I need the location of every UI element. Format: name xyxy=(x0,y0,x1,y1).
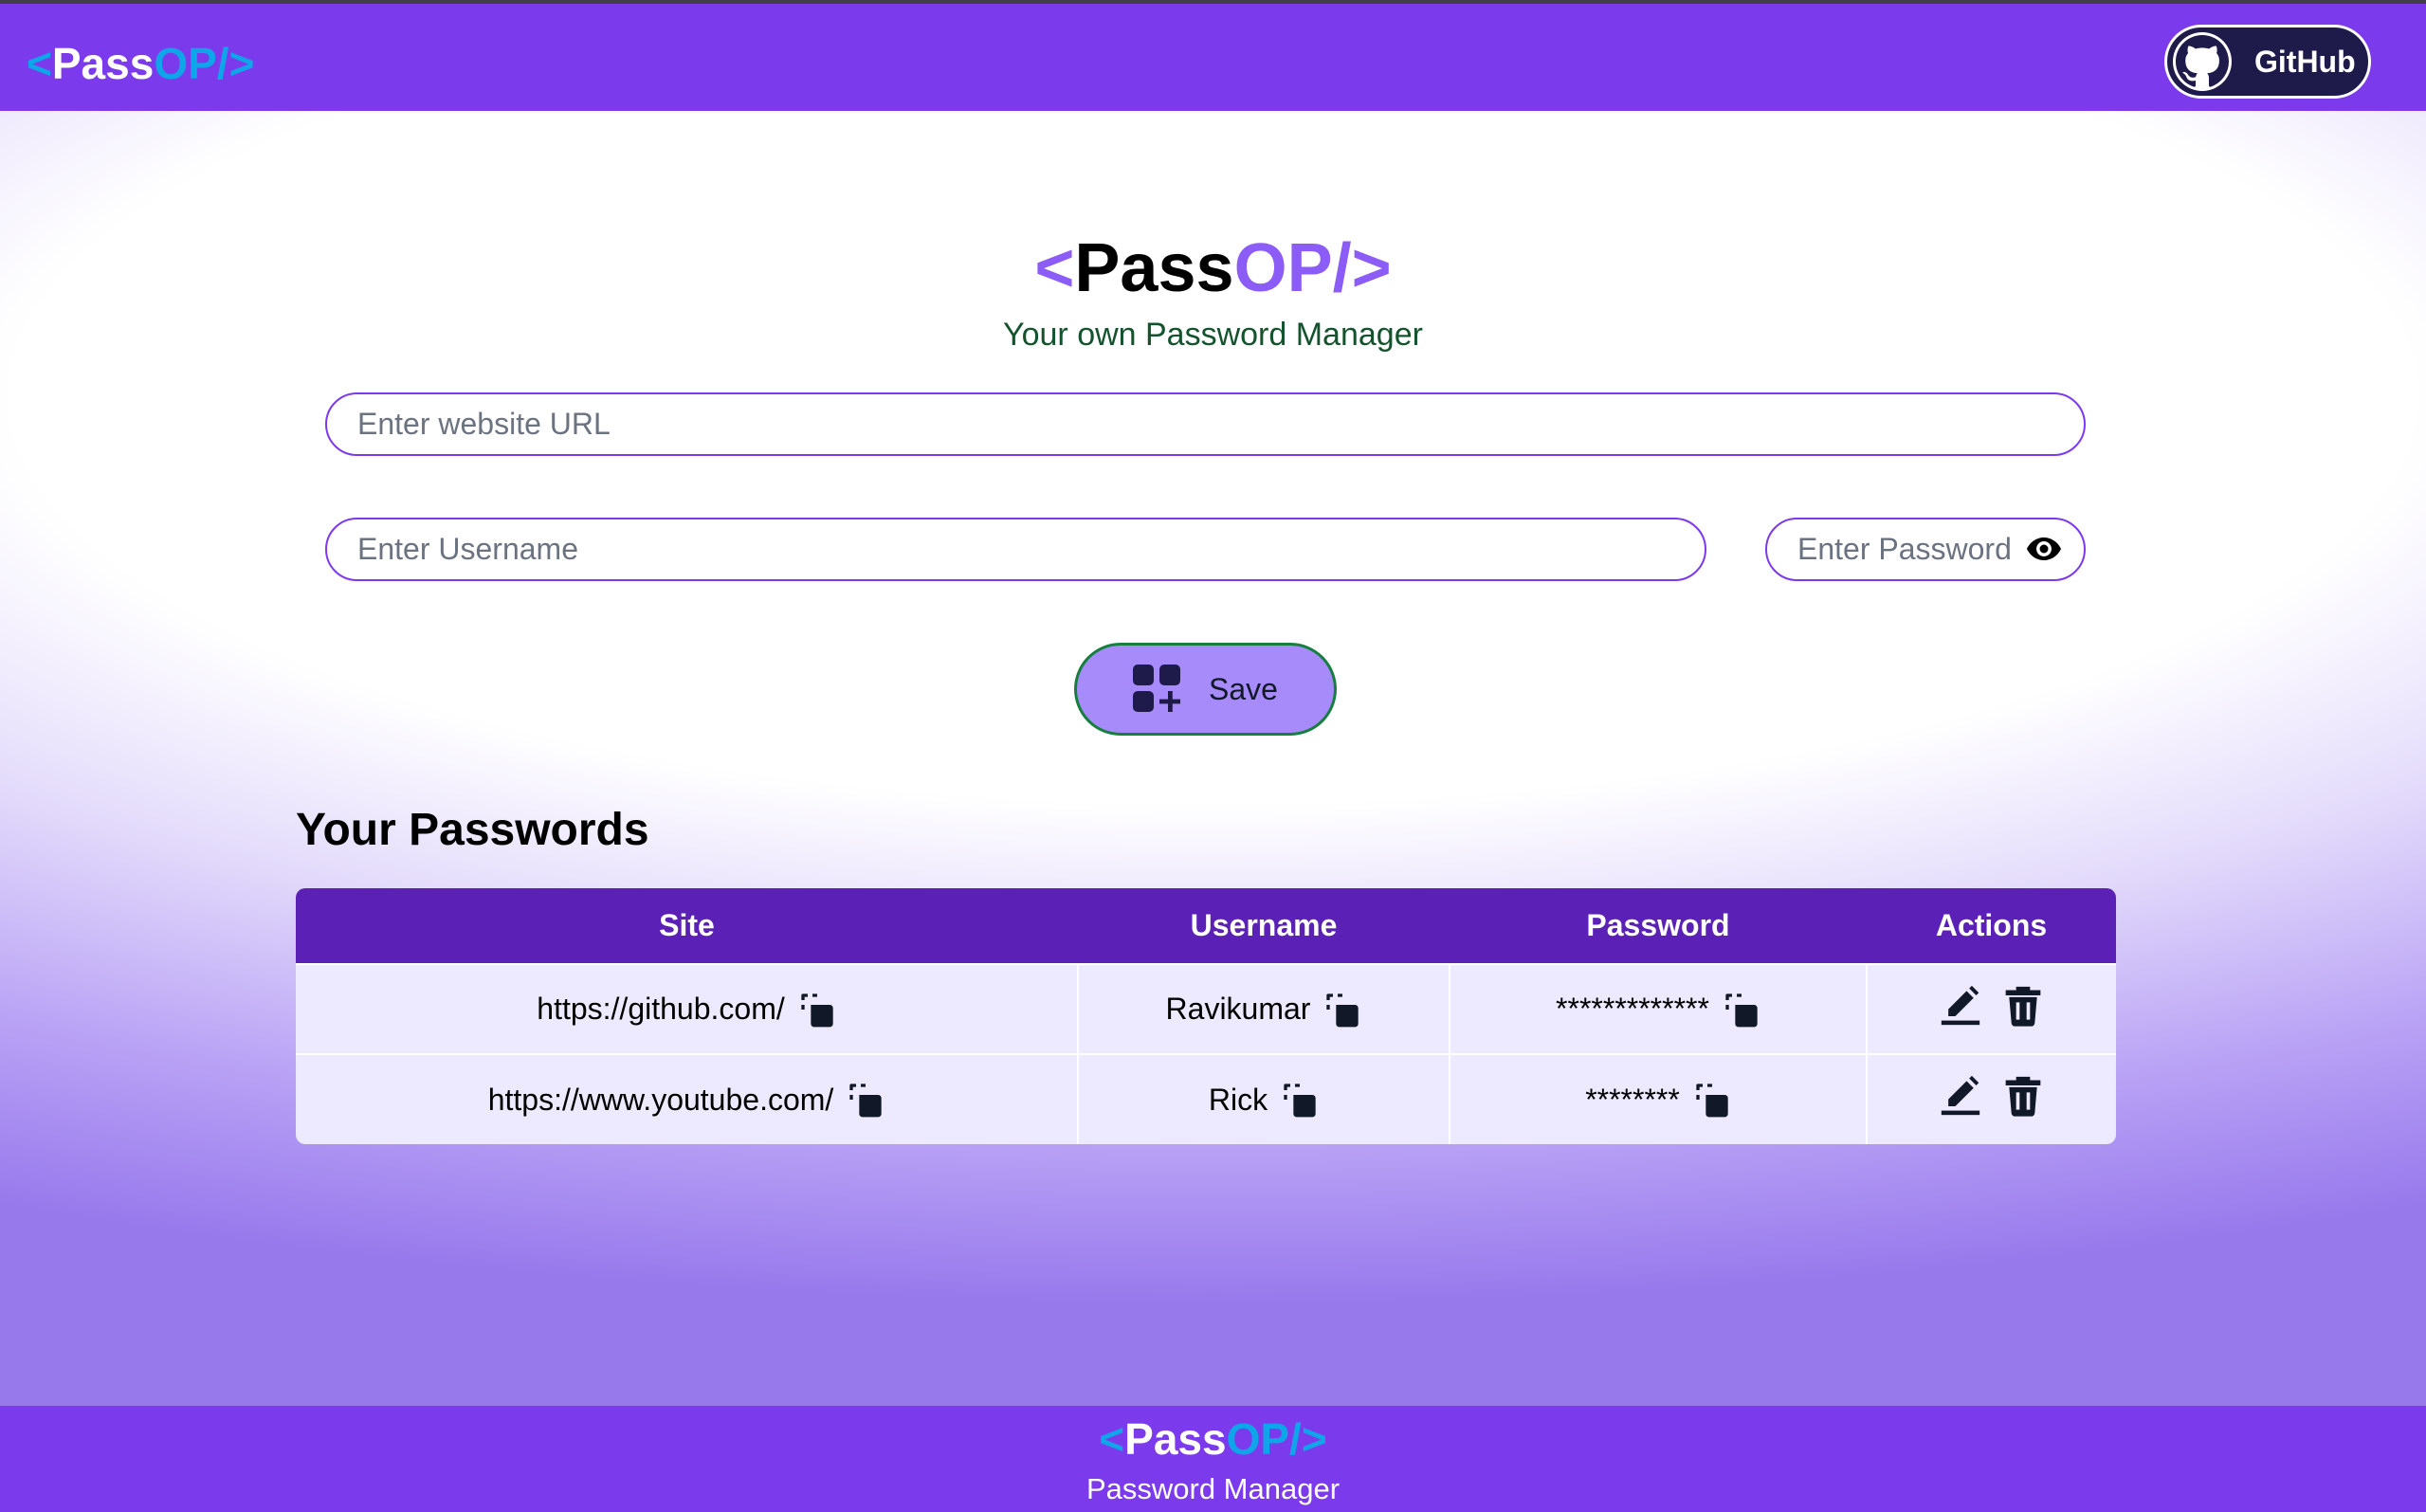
logo-pass: Pass xyxy=(51,39,155,88)
table-row: https://www.youtube.com/ Rick ******** xyxy=(296,1053,2116,1144)
column-header-password: Password xyxy=(1586,908,1730,942)
eye-icon[interactable] xyxy=(2027,536,2061,562)
site-link[interactable]: https://www.youtube.com/ xyxy=(488,1083,834,1118)
footer-logo: <PassOP/> xyxy=(0,1413,2426,1465)
title-bracket-close: > xyxy=(1351,230,1392,306)
title-pass: Pass xyxy=(1074,230,1234,306)
username-input[interactable] xyxy=(325,518,1706,581)
username-cell: Rick xyxy=(1078,1053,1450,1144)
copy-icon[interactable] xyxy=(1323,991,1361,1029)
copy-icon[interactable] xyxy=(798,991,836,1029)
footer-op: OP/ xyxy=(1226,1414,1302,1464)
nav-logo[interactable]: <PassOP/> xyxy=(27,38,254,89)
site-link[interactable]: https://github.com/ xyxy=(537,992,784,1027)
password-masked: ************* xyxy=(1556,992,1709,1026)
logo-bracket-open: < xyxy=(27,39,52,88)
github-label: GitHub xyxy=(2254,44,2356,79)
password-cell: ************* xyxy=(1450,963,1868,1054)
edit-icon[interactable] xyxy=(1940,1075,1981,1117)
column-header-username: Username xyxy=(1190,908,1338,942)
username-text: Rick xyxy=(1208,1082,1268,1117)
table-header-row: Site Username Password Actions xyxy=(296,888,2116,964)
actions-cell xyxy=(1867,963,2116,1054)
username-cell: Ravikumar xyxy=(1078,963,1450,1054)
copy-icon[interactable] xyxy=(1723,991,1760,1029)
column-header-site: Site xyxy=(659,908,715,942)
copy-icon[interactable] xyxy=(847,1081,885,1119)
trash-icon[interactable] xyxy=(2002,985,2044,1027)
footer: <PassOP/> Password Manager xyxy=(0,1406,2426,1512)
add-grid-icon xyxy=(1133,665,1181,712)
page-title: <PassOP/> xyxy=(0,229,2426,307)
github-button[interactable]: GitHub xyxy=(2164,25,2371,99)
copy-icon[interactable] xyxy=(1693,1081,1731,1119)
passwords-heading: Your Passwords xyxy=(296,805,649,855)
footer-bracket-open: < xyxy=(1099,1414,1125,1464)
site-cell: https://www.youtube.com/ xyxy=(296,1053,1079,1144)
password-field-wrapper xyxy=(1765,518,2086,581)
column-header-actions: Actions xyxy=(1935,908,2048,942)
edit-icon[interactable] xyxy=(1940,985,1981,1027)
page-subtitle: Your own Password Manager xyxy=(1003,317,1423,353)
save-label: Save xyxy=(1209,671,1278,706)
username-text: Ravikumar xyxy=(1165,992,1311,1026)
footer-subtitle: Password Manager xyxy=(1085,1472,1341,1505)
title-op: OP/ xyxy=(1233,230,1352,306)
footer-bracket-close: > xyxy=(1301,1414,1327,1464)
password-masked: ******** xyxy=(1585,1082,1680,1117)
title-bracket-open: < xyxy=(1034,230,1075,306)
copy-icon[interactable] xyxy=(1281,1081,1319,1119)
logo-op: OP/ xyxy=(154,39,229,88)
table-row: https://github.com/ Ravikumar **********… xyxy=(296,963,2116,1054)
site-cell: https://github.com/ xyxy=(296,963,1079,1054)
logo-bracket-close: > xyxy=(228,39,255,88)
save-button[interactable]: Save xyxy=(1074,643,1337,736)
actions-cell xyxy=(1867,1053,2116,1144)
password-cell: ******** xyxy=(1450,1053,1868,1144)
navbar: <PassOP/> GitHub xyxy=(0,4,2426,111)
trash-icon[interactable] xyxy=(2002,1075,2044,1117)
passwords-table: Site Username Password Actions https://g… xyxy=(296,888,2116,1144)
github-icon xyxy=(2173,32,2232,91)
website-url-input[interactable] xyxy=(325,392,2086,456)
footer-pass: Pass xyxy=(1124,1414,1227,1464)
